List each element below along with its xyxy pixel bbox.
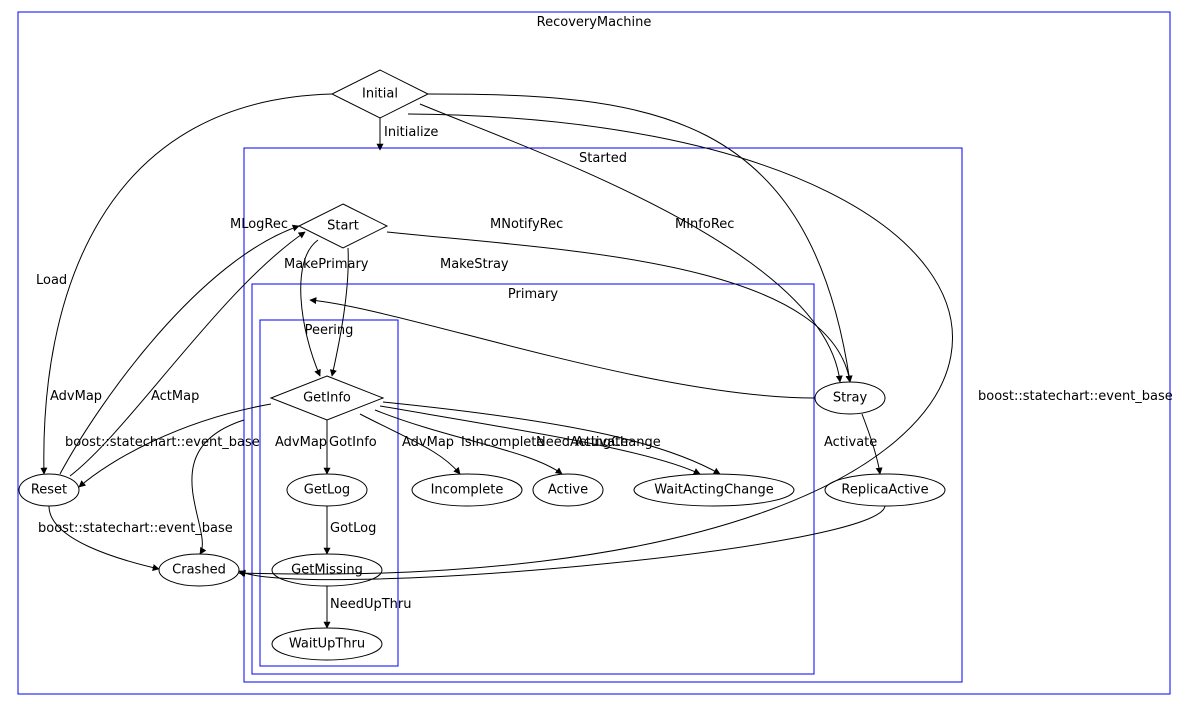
cluster-rect — [18, 12, 1170, 694]
node-label-WaitActingChange: WaitActingChange — [654, 483, 773, 498]
edge-label-eb1: boost::statechart::event_base — [65, 435, 260, 450]
cluster-started-label: Started — [579, 151, 627, 166]
edge-label-NeedUpThru: NeedUpThru — [330, 597, 412, 612]
edge-label-Activate1: Activate — [575, 435, 628, 450]
node-Stray: Stray — [815, 382, 885, 414]
node-label-Stray: Stray — [833, 391, 868, 406]
node-label-GetMissing: GetMissing — [291, 563, 363, 578]
node-Crashed: Crashed — [159, 554, 239, 586]
edge-label-GotInfo: GotInfo — [329, 435, 377, 450]
node-label-Active: Active — [548, 483, 588, 498]
cluster-peering-label: Peering — [305, 323, 354, 338]
edge-label-MNotifyRec: MNotifyRec — [490, 217, 563, 232]
cluster-primary: Primary — [252, 284, 814, 674]
node-label-Start: Start — [327, 219, 359, 234]
edge-label-AdvMap2: AdvMap — [275, 435, 327, 450]
edge-label-AdvMap3: AdvMap — [402, 435, 454, 450]
node-GetMissing: GetMissing — [272, 554, 382, 586]
node-Reset: Reset — [19, 474, 79, 506]
edge-label-eb3: boost::statechart::event_base — [978, 389, 1173, 404]
e-reset-crashed — [49, 506, 159, 569]
node-WaitActingChange: WaitActingChange — [634, 474, 794, 506]
cluster-rect — [252, 284, 814, 674]
edge-label-eb2: boost::statechart::event_base — [38, 521, 233, 536]
node-GetLog: GetLog — [287, 474, 367, 506]
node-Start: Start — [299, 204, 387, 248]
e-initial-stray-1 — [428, 94, 850, 382]
node-ReplicaActive: ReplicaActive — [825, 474, 945, 506]
statechart-diagram: RecoveryMachine Started Primary Peering … — [0, 0, 1187, 704]
edge-label-Load: Load — [36, 273, 67, 288]
edge-label-Activate2: Activate — [824, 435, 877, 450]
edge-label-AdvMap1: AdvMap — [50, 389, 102, 404]
cluster-recovery: RecoveryMachine — [18, 12, 1170, 694]
nodes-group: Initial Start GetInfo GetLog GetMissing WaitU… — [19, 70, 945, 660]
edge-label-ActMap: ActMap — [151, 389, 199, 404]
node-label-WaitUpThru: WaitUpThru — [289, 637, 365, 652]
node-label-Crashed: Crashed — [172, 563, 226, 578]
node-label-Initial: Initial — [362, 87, 398, 102]
edge-label-GotLog: GotLog — [330, 521, 376, 536]
edge-label-MInfoRec: MInfoRec — [675, 217, 734, 232]
e-start-stray — [387, 232, 850, 382]
edge-label-Initialize: Initialize — [384, 125, 438, 140]
node-WaitUpThru: WaitUpThru — [272, 628, 382, 660]
cluster-primary-label: Primary — [508, 287, 559, 302]
e-initial-crashed — [239, 114, 952, 574]
edge-label-IsIncomplete: IsIncomplete — [461, 435, 544, 450]
edge-label-MakeStray: MakeStray — [440, 257, 509, 272]
e-stray-primary — [310, 300, 815, 398]
node-label-Incomplete: Incomplete — [431, 483, 504, 498]
node-label-ReplicaActive: ReplicaActive — [841, 483, 928, 498]
edges-group — [44, 94, 953, 628]
node-Active: Active — [533, 474, 603, 506]
node-GetInfo: GetInfo — [271, 376, 383, 420]
node-label-GetInfo: GetInfo — [303, 391, 351, 406]
node-Incomplete: Incomplete — [412, 474, 522, 506]
cluster-recovery-label: RecoveryMachine — [537, 15, 652, 30]
edge-label-MLogRec: MLogRec — [230, 217, 288, 232]
node-label-Reset: Reset — [31, 483, 67, 498]
e-initial-stray-2 — [420, 104, 840, 382]
edge-label-MakePrimary: MakePrimary — [284, 257, 369, 272]
node-Initial: Initial — [332, 70, 428, 118]
node-label-GetLog: GetLog — [304, 483, 350, 498]
